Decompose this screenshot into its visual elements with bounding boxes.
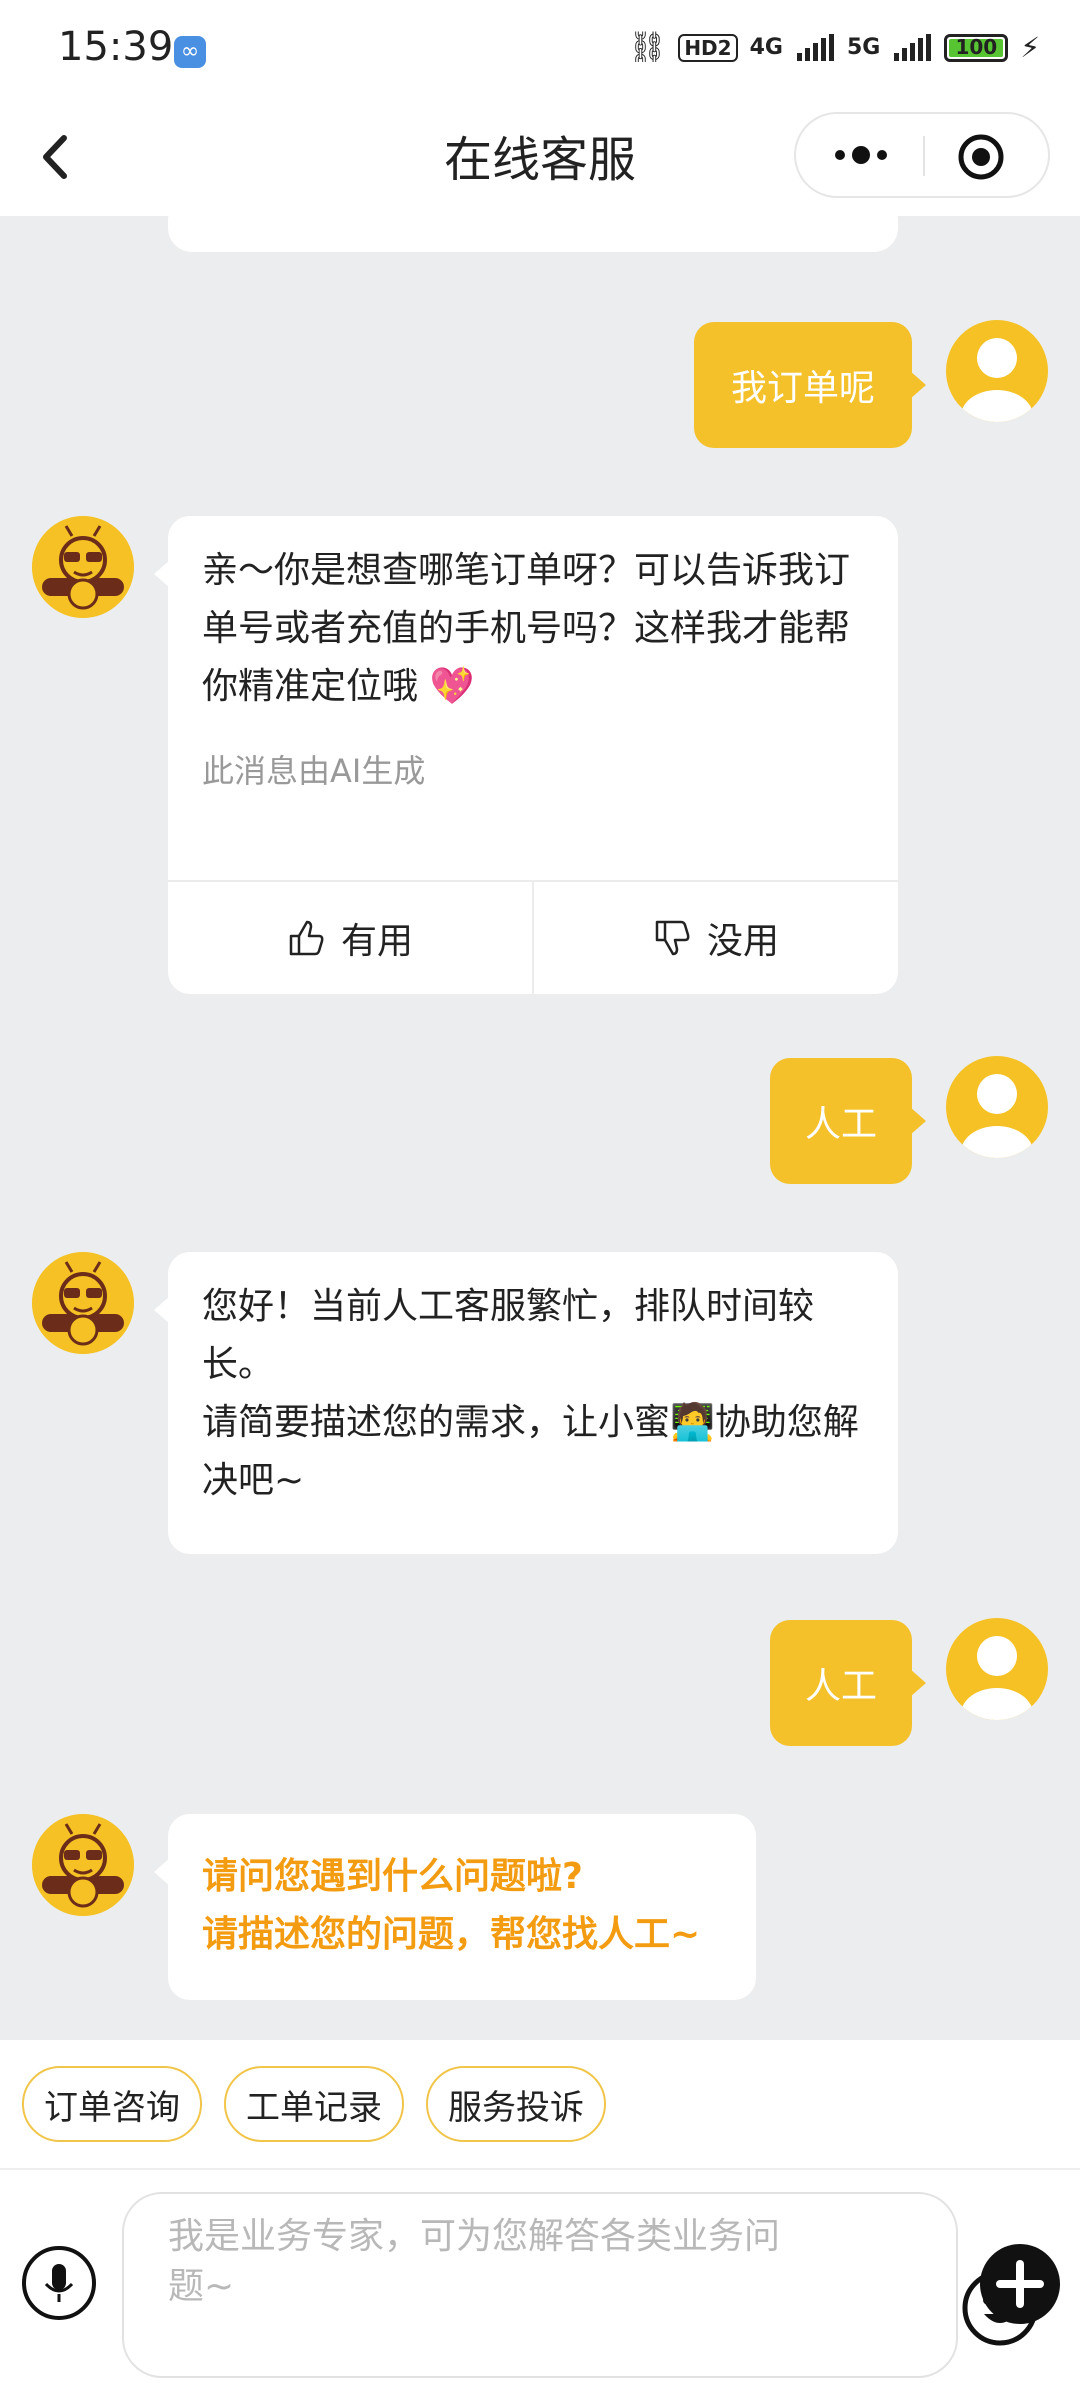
- thumbs-up-icon: [289, 920, 324, 956]
- user-avatar-icon: [961, 1636, 1033, 1720]
- quick-action-order-inquiry[interactable]: 订单咨询: [22, 2066, 202, 2142]
- useful-label: 有用: [340, 921, 413, 962]
- bot-message-line: 请描述您的问题，帮您找人工~: [202, 1914, 701, 1955]
- back-button[interactable]: [28, 122, 88, 192]
- signal-icon-2: [894, 33, 932, 61]
- message-input[interactable]: 我是业务专家，可为您解答各类业务问题~: [122, 2192, 1038, 2378]
- input-bar: 我是业务专家，可为您解答各类业务问题~: [0, 2170, 1080, 2400]
- microphone-icon: [44, 2264, 74, 2302]
- quick-action-bar: 订单咨询 工单记录 服务投诉: [0, 2040, 1080, 2170]
- link-icon: ⛓: [628, 30, 667, 65]
- status-icons: ⛓ HD2 4G 5G 100 ⚡: [628, 30, 1040, 65]
- user-avatar[interactable]: [946, 320, 1048, 422]
- capsule-divider: [923, 136, 925, 176]
- bot-message-text: 请问您遇到什么问题啦? 请描述您的问题，帮您找人工~: [168, 1814, 756, 1964]
- bot-avatar[interactable]: [32, 1814, 134, 1916]
- useful-button[interactable]: 有用: [168, 882, 532, 994]
- bot-message-text: 亲～你是想查哪笔订单呀？可以告诉我订单号或者充值的手机号吗？这样我才能帮你精准定…: [202, 550, 851, 707]
- add-attachment-button[interactable]: [980, 2244, 1060, 2324]
- more-button[interactable]: [816, 132, 906, 178]
- more-dots-icon: [835, 146, 887, 164]
- bee-mascot-icon: [32, 1252, 134, 1354]
- useless-button[interactable]: 没用: [532, 882, 898, 994]
- charging-icon: ⚡: [1020, 31, 1040, 64]
- chat-area[interactable]: 我订单呢 亲～你是想查哪笔订单呀？可以告诉我订单号或者充值的手机号吗？这样我才能…: [0, 216, 1080, 2040]
- status-time: 15:39: [58, 24, 174, 70]
- app-notification-icon: ∞: [174, 36, 206, 68]
- voice-button[interactable]: [22, 2246, 96, 2320]
- user-message-text: 人工: [804, 1104, 877, 1145]
- bot-message-bubble: 请问您遇到什么问题啦? 请描述您的问题，帮您找人工~: [154, 1814, 756, 2000]
- useless-label: 没用: [706, 921, 779, 962]
- user-message-bubble[interactable]: 人工: [770, 1620, 926, 1746]
- status-bar: 15:39 ∞ ⛓ HD2 4G 5G 100 ⚡: [0, 0, 1080, 100]
- chevron-left-icon: [43, 135, 67, 179]
- bot-message-line: 请简要描述您的需求，让小蜜🧑‍💻协助您解决吧~: [202, 1402, 859, 1501]
- target-close-icon: [958, 134, 1004, 180]
- quick-action-service-complaint[interactable]: 服务投诉: [426, 2066, 606, 2142]
- previous-message-bubble: [168, 216, 898, 252]
- bee-mascot-icon: [32, 516, 134, 618]
- nav-bar: 在线客服: [0, 100, 1080, 216]
- bot-avatar[interactable]: [32, 1252, 134, 1354]
- thumbs-down-icon: [655, 920, 690, 956]
- bee-mascot-icon: [32, 1814, 134, 1916]
- network-4g-label: 4G: [749, 35, 783, 60]
- ai-generated-note: 此消息由AI生成: [202, 752, 426, 790]
- hd-badge: HD2: [678, 33, 738, 62]
- bot-avatar[interactable]: [32, 516, 134, 618]
- bot-message-bubble: 亲～你是想查哪笔订单呀？可以告诉我订单号或者充值的手机号吗？这样我才能帮你精准定…: [154, 516, 898, 994]
- user-avatar-icon: [961, 338, 1033, 422]
- bot-message-line: 您好！当前人工客服繁忙，排队时间较长。: [202, 1286, 815, 1385]
- user-message-bubble[interactable]: 我订单呢: [694, 322, 926, 448]
- battery-icon: 100: [944, 33, 1009, 62]
- mini-program-capsule: [794, 112, 1050, 198]
- user-message-text: 我订单呢: [730, 368, 875, 409]
- feedback-row: 有用 没用: [168, 880, 898, 994]
- user-avatar[interactable]: [946, 1056, 1048, 1158]
- quick-action-ticket-records[interactable]: 工单记录: [224, 2066, 404, 2142]
- user-message-bubble[interactable]: 人工: [770, 1058, 926, 1184]
- user-avatar-icon: [961, 1074, 1033, 1158]
- user-avatar[interactable]: [946, 1618, 1048, 1720]
- bot-message-line: 请问您遇到什么问题啦?: [202, 1856, 583, 1897]
- bot-message-text: 您好！当前人工客服繁忙，排队时间较长。 请简要描述您的需求，让小蜜🧑‍💻协助您解…: [168, 1252, 898, 1510]
- plus-icon: [996, 2260, 1044, 2308]
- bot-message-bubble: 您好！当前人工客服繁忙，排队时间较长。 请简要描述您的需求，让小蜜🧑‍💻协助您解…: [154, 1252, 898, 1554]
- network-5g-label: 5G: [846, 35, 881, 60]
- user-message-text: 人工: [804, 1666, 877, 1707]
- battery-level: 100: [955, 34, 998, 59]
- signal-icon: [796, 33, 834, 61]
- close-mini-program-button[interactable]: [956, 132, 1006, 182]
- input-placeholder: 我是业务专家，可为您解答各类业务问题~: [168, 2216, 781, 2307]
